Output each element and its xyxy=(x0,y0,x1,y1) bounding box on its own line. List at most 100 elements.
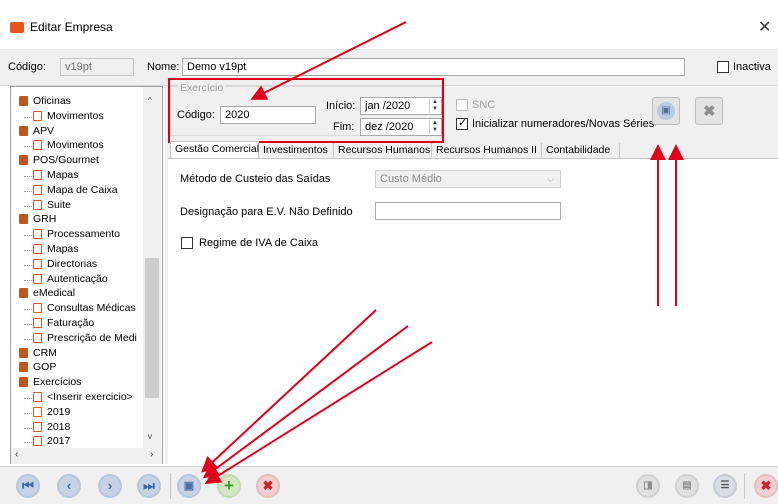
document-icon xyxy=(33,244,42,254)
last-record-button[interactable]: ⏭ xyxy=(137,474,161,498)
document-list-icon[interactable]: ▤ xyxy=(675,474,699,498)
tree-item-label: 2019 xyxy=(47,405,71,418)
tab-investimentos[interactable]: Investimentos xyxy=(259,143,334,158)
tree-item-label: GOP xyxy=(33,361,57,374)
document-icon xyxy=(33,184,42,195)
tree-connector xyxy=(24,176,32,177)
tree-item-label: Movimentos xyxy=(47,109,104,122)
tree-item-label: eMedical xyxy=(33,287,76,300)
add-record-button[interactable]: + xyxy=(217,474,241,498)
tree-connector xyxy=(24,338,32,340)
scroll-left-icon[interactable]: ‹ xyxy=(15,449,18,460)
tree-item-label: Mapas xyxy=(47,243,79,255)
cancel-exercicio-button[interactable]: ✖ xyxy=(695,97,723,125)
document-icon xyxy=(33,332,42,343)
folder-icon xyxy=(19,155,28,166)
tree-item-label: Autenticação xyxy=(47,272,108,285)
document-check-icon[interactable]: ◨ xyxy=(636,474,660,498)
inactiva-checkbox[interactable] xyxy=(717,61,729,73)
stack-icon[interactable]: ☰ xyxy=(713,474,737,498)
tree-item-label: APV xyxy=(33,124,55,137)
module-tree[interactable]: Oficinas Movimentos APV Movimentos POS/Gourm… xyxy=(10,86,163,464)
folder-icon xyxy=(19,347,28,358)
tree-connector xyxy=(24,279,32,281)
tree-item-label: CRM xyxy=(33,346,57,359)
tree-item-label: GRH xyxy=(33,213,57,226)
save-record-button[interactable]: ▣ xyxy=(177,474,201,498)
tree-item-label: Directorias xyxy=(47,257,98,270)
tree-item-label: Oficinas xyxy=(33,95,71,107)
app-icon xyxy=(10,22,24,33)
folder-icon xyxy=(19,125,28,136)
tree-item-label: Mapas xyxy=(47,169,79,181)
scroll-down-icon[interactable]: v xyxy=(148,432,152,441)
tree-connector xyxy=(24,324,32,325)
snc-checkbox[interactable] xyxy=(456,99,468,111)
tree-item-label: 2017 xyxy=(47,435,71,448)
document-icon xyxy=(33,392,42,402)
tree-item-label: Consultas Médicas xyxy=(47,302,136,315)
tree-connector xyxy=(24,116,32,118)
save-exercicio-button[interactable]: ▣ xyxy=(652,97,680,125)
tree-connector xyxy=(24,427,32,429)
inactiva-label: Inactiva xyxy=(733,61,771,73)
init-series-checkbox[interactable] xyxy=(456,116,468,130)
save-icon: ▣ xyxy=(657,102,675,120)
close-record-button[interactable]: ✖ xyxy=(754,474,778,498)
previous-record-button[interactable]: ‹ xyxy=(57,474,81,498)
tree-horizontal-scrollbar[interactable]: ‹ › xyxy=(11,448,162,464)
scroll-up-icon[interactable]: ^ xyxy=(148,96,152,105)
chevron-down-icon: ⌵ xyxy=(547,174,554,184)
init-series-label: Inicializar numeradores/Novas Séries xyxy=(472,118,655,130)
highlight-box xyxy=(168,78,444,143)
nome-label: Nome: xyxy=(147,61,180,73)
tree-item-label: POS/Gourmet xyxy=(33,154,99,167)
designacao-label: Designação para E.V. Não Definido xyxy=(180,206,353,218)
document-icon xyxy=(33,110,42,121)
document-icon xyxy=(33,406,42,417)
company-code-field[interactable]: v19pt xyxy=(60,58,134,76)
snc-label: SNC xyxy=(472,99,496,111)
document-icon xyxy=(33,170,42,180)
codigo-label: Código: xyxy=(8,61,46,73)
tree-connector xyxy=(24,235,32,237)
designacao-input[interactable] xyxy=(375,202,561,220)
tab-gestao-comercial[interactable]: Gestão Comercial xyxy=(170,141,259,158)
next-record-button[interactable]: › xyxy=(98,474,122,498)
folder-icon xyxy=(19,377,28,388)
tree-item-label: 2018 xyxy=(47,420,71,433)
document-icon xyxy=(33,199,42,210)
document-icon xyxy=(33,436,42,447)
metodo-custeio-select[interactable]: Custo Médio ⌵ xyxy=(375,170,561,188)
first-record-button[interactable]: ⏮ xyxy=(16,474,40,498)
tab-recursos-humanos[interactable]: Recursos Humanos xyxy=(334,143,432,158)
tree-connector xyxy=(24,412,32,414)
company-name-field[interactable]: Demo v19pt xyxy=(182,58,685,76)
tree-scroll-thumb[interactable] xyxy=(145,258,159,398)
tree-item-label: Faturação xyxy=(47,317,95,329)
toolbar-divider-right xyxy=(744,473,745,499)
tree-item-label: Prescrição de Medi xyxy=(47,331,137,344)
folder-icon xyxy=(19,362,28,373)
document-icon xyxy=(33,229,42,240)
tree-item-label: <Inserir exercicio> xyxy=(47,391,133,403)
regime-iva-label: Regime de IVA de Caixa xyxy=(199,237,319,249)
folder-icon xyxy=(19,288,28,299)
tree-connector xyxy=(24,190,32,192)
metodo-label: Método de Custeio das Saídas xyxy=(180,173,331,185)
tree-item-label: Suite xyxy=(47,198,71,211)
window-title: Editar Empresa xyxy=(30,20,113,34)
tree-connector xyxy=(24,309,32,311)
document-icon xyxy=(33,258,42,269)
tab-contabilidade[interactable]: Contabilidade xyxy=(542,143,620,158)
close-icon[interactable]: ✕ xyxy=(758,17,771,37)
scroll-right-icon[interactable]: › xyxy=(150,449,153,460)
title-bar: Editar Empresa ✕ xyxy=(0,0,778,50)
tree-item-label: Mapa de Caixa xyxy=(47,183,118,196)
delete-record-button[interactable]: ✖ xyxy=(256,474,280,498)
document-icon xyxy=(33,273,42,284)
regime-iva-checkbox[interactable] xyxy=(181,237,193,249)
document-icon xyxy=(33,318,42,328)
tab-recursos-humanos-ii[interactable]: Recursos Humanos II xyxy=(432,143,542,158)
tree-item-label: Movimentos xyxy=(47,139,104,152)
